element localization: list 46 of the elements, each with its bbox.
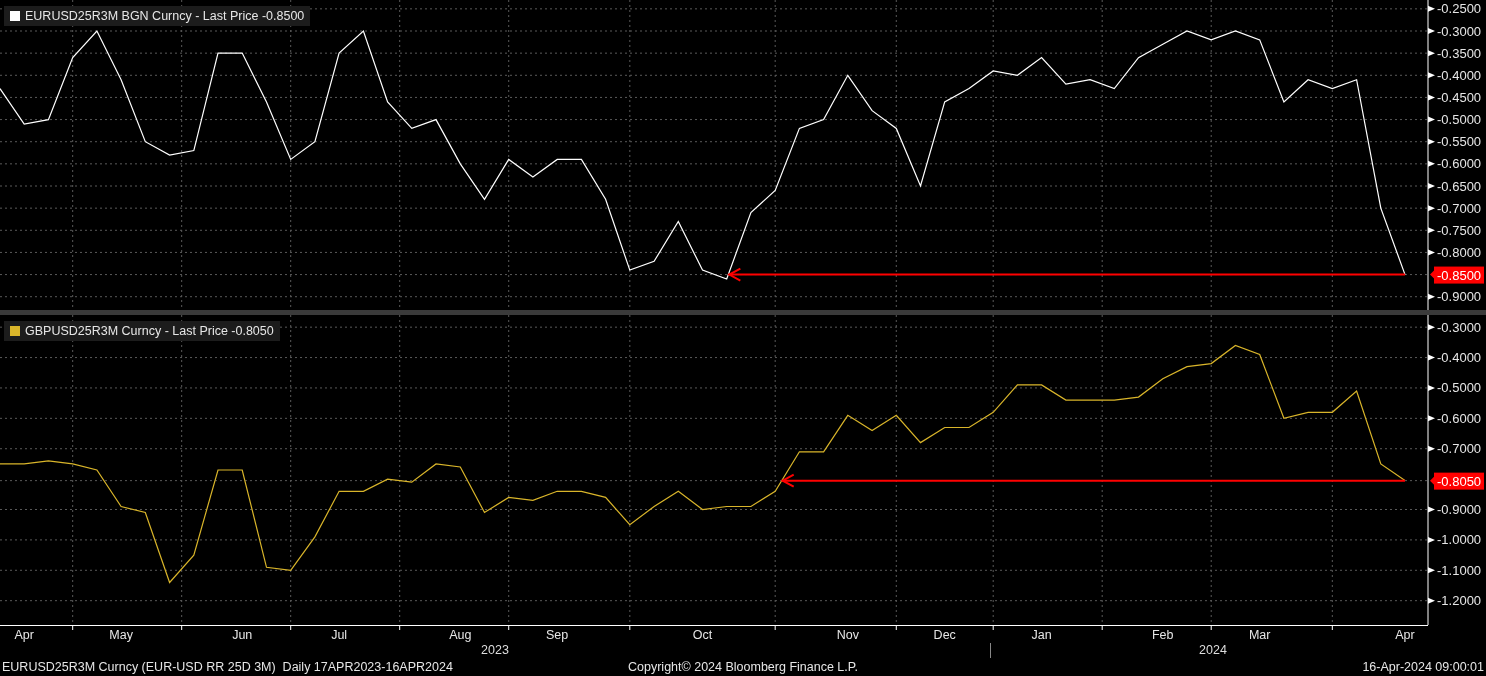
month-label: Apr [14, 628, 34, 642]
last-price-label: -0.8500 [1430, 266, 1484, 284]
axis-label: -1.1000 [1437, 562, 1482, 578]
year-label: 2023 [481, 643, 509, 658]
axis-label: -0.5500 [1437, 134, 1482, 150]
copyright-text: Copyright© 2024 Bloomberg Finance L.P. [628, 660, 858, 674]
axis-label: -0.6000 [1437, 410, 1482, 426]
month-label: Jun [232, 628, 253, 642]
month-label: May [109, 628, 133, 642]
month-label: Dec [933, 628, 956, 642]
axis-label: -0.7000 [1437, 441, 1482, 457]
axis-label: -0.6500 [1437, 178, 1482, 194]
axis-label: -0.2500 [1437, 1, 1482, 17]
axis-label: -0.9000 [1437, 289, 1482, 305]
axis-label: -0.4000 [1437, 67, 1482, 83]
month-label: Mar [1248, 628, 1271, 642]
axis-label: -0.7000 [1437, 200, 1482, 216]
axis-label: -0.7500 [1437, 222, 1482, 238]
year-label: 2024 [1199, 643, 1227, 658]
timestamp: 16-Apr-2024 09:00:01 [1361, 660, 1484, 674]
axis-label: -0.4500 [1437, 89, 1482, 105]
month-label: Jan [1031, 628, 1052, 642]
month-label: Apr [1395, 628, 1415, 642]
axis-label: -0.3000 [1437, 23, 1482, 39]
y-tick-label: -0.8500 [1437, 267, 1482, 283]
axis-label: -0.3000 [1437, 319, 1482, 335]
axis-label: -0.6000 [1437, 156, 1482, 172]
last-price-label: -0.8050 [1430, 472, 1484, 490]
month-label: Oct [692, 628, 713, 642]
axis-label: -0.8000 [1437, 244, 1482, 260]
axis-label: -0.5000 [1437, 380, 1482, 396]
axis-label: -0.9000 [1437, 502, 1482, 517]
security-description: EURUSD25R3M Curncy (EUR-USD RR 25D 3M) Daily 17APR2023-16APR2024 [2, 660, 454, 674]
axis-label: -0.4000 [1437, 350, 1482, 366]
axis-label: -0.5000 [1437, 112, 1482, 128]
legend-text: EURUSD25R3M BGN Curncy - Last Price -0.8500 [25, 9, 305, 23]
month-label: Jul [331, 628, 348, 642]
y-tick-label: -0.8050 [1437, 473, 1482, 489]
legend-text: GBPUSD25R3M Curncy - Last Price -0.8050 [25, 324, 274, 338]
month-label: Nov [836, 628, 859, 642]
month-label: Aug [449, 628, 472, 642]
axis-label: -0.3500 [1437, 45, 1482, 61]
month-label: Sep [546, 628, 569, 642]
month-label: Feb [1152, 628, 1174, 642]
axis-label: -1.2000 [1437, 593, 1482, 609]
axis-label: -1.0000 [1437, 532, 1482, 548]
